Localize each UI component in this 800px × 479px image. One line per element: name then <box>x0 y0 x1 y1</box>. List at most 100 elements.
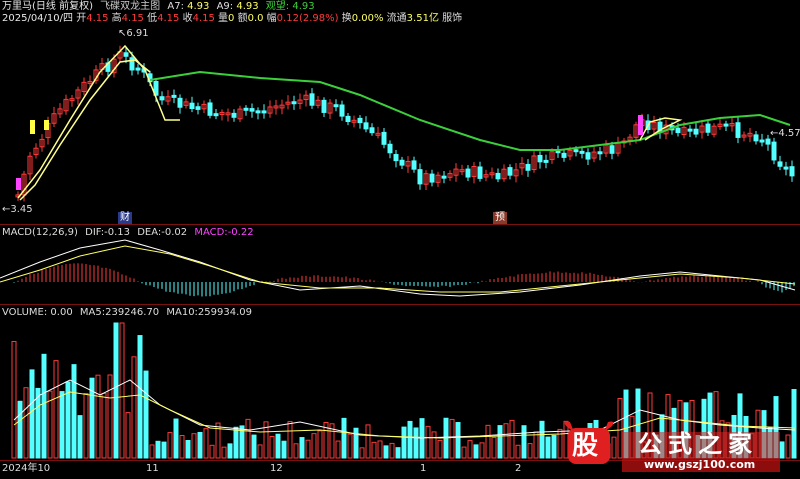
candle <box>771 141 777 161</box>
volume-bar <box>119 322 125 459</box>
volume-bar <box>155 440 161 459</box>
volume-bar <box>455 422 461 459</box>
candle <box>555 150 561 154</box>
volume-bar <box>539 420 545 459</box>
high-price-value: 6.91 <box>126 28 149 39</box>
candle <box>195 106 201 110</box>
volume-bar <box>203 428 209 459</box>
stock-title[interactable]: 万里马(日线 前复权) <box>2 1 93 12</box>
volume-bar <box>29 369 35 459</box>
candle <box>369 127 375 134</box>
candle <box>735 122 741 138</box>
volume-bar <box>425 425 431 459</box>
open-value: 4.15 <box>86 13 109 24</box>
candle <box>573 149 579 153</box>
volume-bar <box>431 431 437 459</box>
volume-bar <box>407 420 413 459</box>
a7-value: 4.93 <box>187 1 210 12</box>
candle <box>339 104 345 117</box>
industry-tag[interactable]: 服饰 <box>442 13 462 24</box>
high-label: 高 <box>111 13 122 24</box>
volume-bar <box>377 440 383 459</box>
volume-bar <box>275 433 281 459</box>
dea-value: -0.02 <box>161 227 188 238</box>
candle <box>333 104 339 108</box>
panel-separator <box>0 224 800 225</box>
volume-bar <box>401 426 407 459</box>
right-price-value: 4.57 <box>778 128 800 139</box>
ma-line-yellow <box>19 59 151 201</box>
volume-bar <box>353 427 359 459</box>
volume-bar <box>461 446 467 459</box>
axis-label-month: 11 <box>146 463 159 474</box>
volume-bar <box>299 437 305 459</box>
volume-bar <box>527 443 533 459</box>
watch-value: 4.93 <box>292 1 315 12</box>
volume-bar <box>503 423 509 459</box>
volume-bar <box>137 335 143 459</box>
volume-bar <box>479 442 485 459</box>
volume-bar <box>509 419 515 459</box>
candle <box>525 163 531 171</box>
indicator-name[interactable]: 飞碟双龙主图 <box>100 1 160 12</box>
right-price-marker: ←4.57 <box>770 128 800 140</box>
signal-marker <box>30 120 35 134</box>
candle <box>783 166 789 170</box>
candle <box>207 102 213 116</box>
candle <box>609 145 615 154</box>
ma-line-yellow <box>17 44 180 199</box>
candle <box>321 99 327 113</box>
volume-title[interactable]: VOLUME: 0.00 <box>2 307 73 318</box>
close-label: 收 <box>182 13 193 24</box>
signal-marker <box>44 120 49 130</box>
dif-label: DIF: <box>85 227 105 238</box>
volume-bar <box>293 443 299 459</box>
watermark: 股 公式之家 www.gszj100.com <box>560 418 800 476</box>
candle <box>399 159 405 166</box>
ma5-label: MA5: <box>79 307 106 318</box>
candle <box>135 67 141 71</box>
candle <box>381 131 387 145</box>
volume-bar <box>257 444 263 459</box>
candle <box>561 152 567 158</box>
ma5-value: 239246.70 <box>105 307 160 318</box>
candle <box>291 101 297 105</box>
a7-label: A7: <box>167 1 184 12</box>
candle <box>255 110 261 114</box>
macd-value: -0.22 <box>227 227 254 238</box>
signal-marker <box>16 178 21 190</box>
change-label: 幅 <box>266 13 277 24</box>
volume-bar <box>245 418 251 459</box>
change-value: 0.12(2.98%) <box>276 13 339 24</box>
volume-bar <box>467 440 473 459</box>
axis-label-month: 2024年10 <box>2 463 51 474</box>
event-badge-cai[interactable]: 财 <box>118 212 132 224</box>
axis-label-month: 2 <box>515 463 522 474</box>
candle <box>579 150 585 154</box>
axis-label-month: 12 <box>270 463 283 474</box>
volume-bar <box>221 446 227 459</box>
volume-bar <box>359 447 365 459</box>
amount-value: 0.0 <box>247 13 264 24</box>
macd-title[interactable]: MACD(12,26,9) <box>2 227 78 238</box>
candle <box>249 108 255 112</box>
low-label: 低 <box>147 13 158 24</box>
dea-line <box>0 245 796 293</box>
turnover-label: 换 <box>341 13 352 24</box>
volume-bar <box>23 387 29 459</box>
candle <box>687 128 693 132</box>
macd-label: MACD: <box>194 227 228 238</box>
low-value: 4.15 <box>157 13 180 24</box>
volume-bar <box>101 392 107 459</box>
candle <box>507 167 513 176</box>
float-label: 流通 <box>386 13 407 24</box>
candle <box>387 143 393 154</box>
volume-bar <box>125 412 131 459</box>
candle <box>675 127 681 134</box>
volume-bar <box>341 417 347 459</box>
float-value: 3.51亿 <box>406 13 439 24</box>
candle <box>777 161 783 167</box>
volume-bar <box>491 436 497 459</box>
event-badge-yu[interactable]: 预 <box>493 212 507 224</box>
volume-bar <box>365 424 371 459</box>
